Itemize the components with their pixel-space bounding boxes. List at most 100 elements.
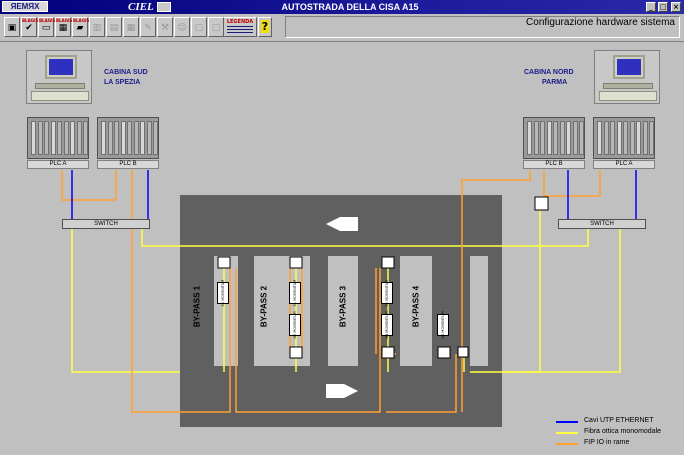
plc-module — [616, 121, 622, 155]
north-workstation-image — [594, 50, 660, 104]
help-button[interactable]: ? — [258, 17, 272, 37]
plc-module — [559, 121, 565, 155]
toolbar-button-grid[interactable]: ▦ — [123, 17, 139, 37]
momentum-s4-label: S4 MOMENTUM — [221, 279, 225, 307]
plc-module — [133, 121, 139, 155]
legend-ethernet-label: Cavi UTP ETHERNET — [584, 417, 654, 424]
toolbar-button-person[interactable]: ☺ — [174, 17, 190, 37]
toolbar-button-monitor[interactable]: ▣ — [4, 17, 20, 37]
square-icon: ▢ — [211, 23, 221, 33]
toolbar-button-calendar[interactable]: BLAGIS ▦ — [55, 17, 72, 37]
island-5 — [470, 256, 488, 366]
plc-module — [127, 121, 132, 155]
help-icon: ? — [260, 20, 270, 33]
plc-module — [146, 121, 152, 155]
cabin-north-name: CABINA NORD — [524, 69, 574, 76]
momentum-n3-label: N3 MOMENTUM — [385, 311, 389, 339]
desk-unit-icon — [31, 91, 89, 101]
junction-box — [289, 346, 303, 359]
cabin-south-location: LA SPEZIA — [104, 79, 141, 86]
legend-swatches — [556, 421, 578, 445]
plc-module — [70, 121, 75, 155]
toolbar-button-window[interactable]: BLAGIS ▭ — [38, 17, 55, 37]
plc-south-b-label: PLC B — [97, 160, 159, 169]
plc-module — [642, 121, 648, 155]
monitor-screen — [49, 59, 73, 75]
monitor-icon — [45, 55, 77, 79]
pen-icon: ✎ — [144, 23, 152, 33]
plc-module — [527, 121, 532, 155]
plc-rack-image — [593, 117, 655, 159]
legend-button-label: LEGENDA — [226, 19, 254, 25]
plc-module — [533, 121, 539, 155]
momentum-n4-label: N4 MOMENTUM — [441, 311, 445, 339]
chart-icon: ▥ — [92, 23, 102, 33]
minimize-button[interactable]: _ — [646, 2, 656, 12]
plc-module — [636, 121, 641, 155]
plc-module — [101, 121, 106, 155]
page-heading-panel: Configurazione hardware sistema — [285, 16, 680, 38]
close-button[interactable]: × — [671, 2, 681, 12]
junction-box — [437, 346, 451, 359]
folder-icon: ▰ — [76, 23, 84, 33]
plc-module — [140, 121, 145, 155]
momentum-n2-label: N2 MOMENTUM — [293, 311, 297, 339]
toolbar-button-chart[interactable]: ▥ — [89, 17, 105, 37]
plc-module — [57, 121, 62, 155]
north-switch: SWITCH — [558, 219, 646, 229]
fiber-cable — [71, 229, 180, 373]
legend-button[interactable]: LEGENDA — [223, 17, 257, 37]
brand-logo: ЯЕМЯХ — [2, 1, 48, 12]
plc-module — [44, 121, 49, 155]
cabin-north-location: PARMA — [542, 79, 568, 86]
plc-module — [76, 121, 82, 155]
plc-module — [629, 121, 635, 155]
momentum-s1: S1 MOMENTUM — [289, 280, 301, 306]
bypass-3-label: BY-PASS 3 — [338, 285, 348, 328]
keyboard-icon — [603, 83, 653, 89]
plc-module — [649, 121, 654, 155]
momentum-s2: S2 MOMENTUM — [381, 280, 393, 306]
list-icon: ▤ — [109, 23, 119, 33]
check-icon: ✔ — [25, 23, 33, 33]
bypass-2-road — [238, 256, 254, 366]
junction-box — [381, 256, 395, 269]
plc-module — [37, 121, 43, 155]
toolbar-button-check[interactable]: BLAGIS ✔ — [21, 17, 38, 37]
legend-fiber-label: Fibra ottica monomodale — [584, 428, 662, 435]
plc-north-a-label: PLC A — [593, 160, 655, 169]
plc-module — [566, 121, 571, 155]
maximize-button[interactable]: □ — [658, 2, 668, 12]
person-icon: ☺ — [177, 23, 187, 33]
monitor-screen — [617, 59, 641, 75]
toolbar-button-square[interactable]: ▢ — [191, 17, 207, 37]
fiber-cable — [502, 229, 621, 373]
cabin-south-name: CABINA SUD — [104, 69, 148, 76]
plc-south-a-label: PLC A — [27, 160, 89, 169]
momentum-n2: N2 MOMENTUM — [289, 311, 301, 339]
copper-cable — [61, 170, 117, 201]
bypass-2-label: BY-PASS 2 — [259, 285, 269, 328]
window-icon: ▭ — [41, 23, 51, 33]
page-heading: Configurazione hardware sistema — [526, 17, 675, 28]
toolbar-button-tools[interactable]: ⚒ — [157, 17, 173, 37]
monitor-icon — [613, 55, 645, 79]
toolbar-button-pen[interactable]: ✎ — [140, 17, 156, 37]
bypass-1-label: BY-PASS 1 — [192, 285, 202, 328]
tools-icon: ⚒ — [160, 23, 170, 33]
plc-module — [63, 121, 69, 155]
calendar-icon: ▦ — [58, 23, 68, 33]
toolbar-button-list[interactable]: ▤ — [106, 17, 122, 37]
junction-box — [289, 256, 303, 269]
momentum-n4: N4 MOMENTUM — [437, 311, 449, 339]
toolbar-button-folder[interactable]: BLAGIS ▰ — [72, 17, 89, 37]
legend-copper-label: FIP IO in rame — [584, 439, 630, 446]
square-icon: ▢ — [194, 23, 204, 33]
converter-box — [534, 196, 549, 211]
toolbar-button-square[interactable]: ▢ — [208, 17, 224, 37]
plc-module — [114, 121, 119, 155]
plc-rack-image — [27, 117, 89, 159]
plc-rack-image — [523, 117, 585, 159]
plc-module — [553, 121, 558, 155]
plc-module — [540, 121, 545, 155]
